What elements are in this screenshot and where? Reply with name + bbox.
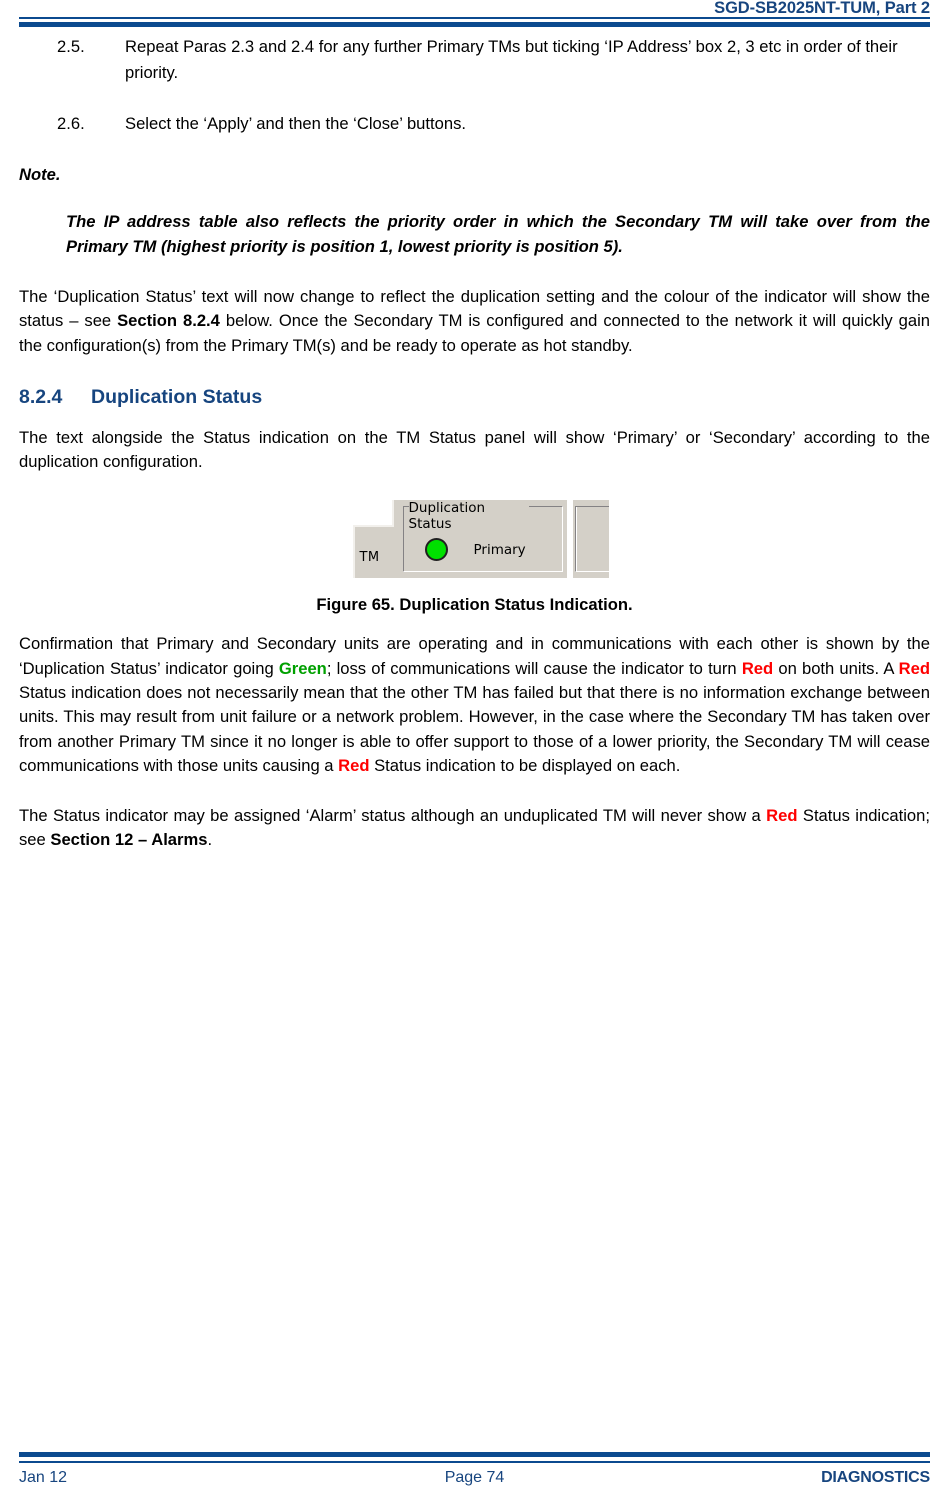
tab-shoulder-notch <box>352 500 392 527</box>
tab-left-highlight <box>352 526 355 579</box>
paragraph-duplication-status-intro: The ‘Duplication Status’ text will now c… <box>19 285 930 358</box>
footer-row: Jan 12 Page 74 DIAGNOSTICS <box>19 1469 930 1487</box>
page-header: SGD-SB2025NT-TUM, Part 2 <box>19 0 930 30</box>
window-left-strip <box>340 500 353 583</box>
duplication-status-window: TM Duplication Status Primary <box>340 500 609 583</box>
panel-bottom-seam <box>352 578 609 583</box>
page-footer: Jan 12 Page 74 DIAGNOSTICS <box>19 1451 930 1511</box>
header-rule-thick <box>19 22 930 27</box>
keyword-red: Red <box>741 658 774 678</box>
paragraph-confirmation: Confirmation that Primary and Secondary … <box>19 632 930 778</box>
list-item-text: Select the ‘Apply’ and then the ‘Close’ … <box>125 114 466 133</box>
status-label-primary: Primary <box>473 542 526 559</box>
figure-caption: Figure 65. Duplication Status Indication… <box>316 595 633 615</box>
footer-page-number: Page 74 <box>444 1469 505 1486</box>
alarm-text-part3: . <box>207 830 213 850</box>
section-heading: 8.2.4 Duplication Status <box>19 384 930 410</box>
page-content: 2.5. Repeat Paras 2.3 and 2.4 for any fu… <box>19 34 930 853</box>
list-item: 2.6. Select the ‘Apply’ and then the ‘Cl… <box>19 111 930 137</box>
section-reference-824: Section 8.2.4 <box>117 311 220 331</box>
note-label: Note. <box>19 164 61 184</box>
tab-shoulder-edge-horizontal <box>352 525 394 528</box>
adjacent-groupbox-highlight <box>575 507 609 572</box>
document-title: SGD-SB2025NT-TUM, Part 2 <box>714 0 930 17</box>
list-item-number: 2.6. <box>57 114 85 133</box>
section-number: 8.2.4 <box>19 385 63 408</box>
conf-text-part3: on both units. A <box>773 658 899 678</box>
paragraph-alarm: The Status indicator may be assigned ‘Al… <box>19 804 930 853</box>
keyword-red: Red <box>766 806 798 826</box>
header-rule-thin <box>19 17 930 19</box>
groupbox-legend-line2: Status <box>408 516 452 533</box>
alarm-text-part1: The Status indicator may be assigned ‘Al… <box>19 806 767 826</box>
conf-text-part5: Status indication to be displayed on eac… <box>369 755 681 775</box>
groupbox-legend-line1: Duplication <box>408 500 486 517</box>
paragraph-status-text: The text alongside the Status indication… <box>19 427 930 472</box>
footer-rule-thin <box>19 1461 930 1463</box>
status-led-indicator <box>424 538 448 562</box>
note-body: The IP address table also reflects the p… <box>66 211 930 256</box>
list-item-number: 2.5. <box>57 37 85 56</box>
figure-65: TM Duplication Status Primary <box>19 500 930 583</box>
section-reference-12-alarms: Section 12 – Alarms <box>50 830 208 850</box>
conf-text-part2: ; loss of communications will cause the … <box>326 658 742 678</box>
footer-date: Jan 12 <box>19 1469 68 1486</box>
panel-right-seam <box>566 500 573 579</box>
tab-label-tm[interactable]: TM <box>360 550 380 565</box>
keyword-green: Green <box>278 658 327 678</box>
keyword-red: Red <box>338 755 370 775</box>
tab-shoulder-edge-vertical <box>391 500 394 527</box>
list-item: 2.5. Repeat Paras 2.3 and 2.4 for any fu… <box>19 34 930 85</box>
keyword-red: Red <box>898 658 930 678</box>
list-item-text: Repeat Paras 2.3 and 2.4 for any further… <box>125 37 898 82</box>
document-page: SGD-SB2025NT-TUM, Part 2 2.5. Repeat Par… <box>0 0 949 1511</box>
footer-rule-thick <box>19 1452 930 1457</box>
section-title: Duplication Status <box>91 385 263 408</box>
footer-company: DIAGNOSTICS <box>821 1469 930 1486</box>
